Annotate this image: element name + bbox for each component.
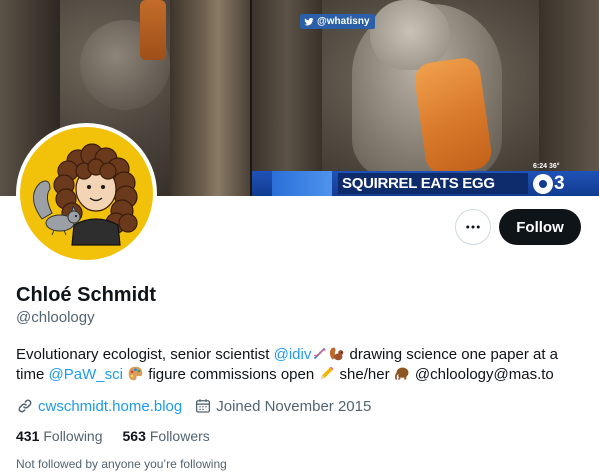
more-options-button[interactable] [455, 209, 491, 245]
dna-icon [314, 347, 327, 360]
chyron-time: 6:24 36° [533, 163, 560, 170]
bio-text-3: figure commissions open [144, 366, 319, 383]
not-followed-notice: Not followed by anyone you’re following [16, 457, 227, 471]
following-link[interactable]: 431 Following [16, 426, 103, 446]
avatar-drawing [33, 143, 138, 246]
cbs-logo: 3 [533, 173, 565, 194]
avatar-illustration [20, 127, 153, 260]
pencil-emoji-icon [320, 366, 334, 380]
followers-link[interactable]: 563 Followers [123, 426, 210, 446]
profile-meta: cwschmidt.home.blog Joined November 2015 [16, 396, 383, 416]
joined-date: Joined November 2015 [216, 397, 372, 415]
profile-bio: Evolutionary ecologist, senior scientist… [16, 345, 588, 385]
twitter-source-badge: @whatisny [300, 14, 375, 29]
squirrel-emoji-icon [330, 347, 344, 361]
avatar[interactable] [16, 123, 157, 264]
calendar-icon [196, 399, 211, 413]
bio-link-paw-sci[interactable]: @PaW_sci [49, 366, 123, 383]
more-horizontal-icon [466, 225, 480, 229]
bio-text-5: @chloology@mas.to [410, 366, 554, 383]
follow-button[interactable]: Follow [499, 209, 581, 245]
bio-link-idiv[interactable]: @idiv [274, 346, 312, 363]
mammoth-emoji-icon [394, 367, 409, 380]
followers-count: 563 [122, 428, 146, 444]
follow-stats: 431 Following 563 Followers [16, 426, 230, 446]
profile-handle: @chloology [16, 309, 95, 326]
twitter-handle-text: @whatisny [317, 16, 370, 27]
bio-text-1: Evolutionary ecologist, senior scientist [16, 346, 274, 363]
cbs-eye-icon [533, 173, 553, 194]
joined-item: Joined November 2015 [194, 397, 371, 415]
profile-name: Chloé Schmidt [16, 284, 157, 306]
website-item: cwschmidt.home.blog [16, 397, 182, 415]
following-label: Following [43, 428, 103, 444]
palette-emoji-icon [128, 366, 143, 381]
chyron-headline: SQUIRREL EATS EGG ROLL [338, 173, 528, 194]
following-count: 431 [16, 428, 40, 444]
bird-icon [304, 17, 314, 25]
website-link[interactable]: cwschmidt.home.blog [38, 398, 182, 415]
news-chyron: 6:24 36° SQUIRREL EATS EGG ROLL 3 [252, 163, 599, 196]
link-icon [18, 399, 32, 413]
followers-label: Followers [149, 428, 210, 444]
bio-text-4: she/her [335, 366, 394, 383]
